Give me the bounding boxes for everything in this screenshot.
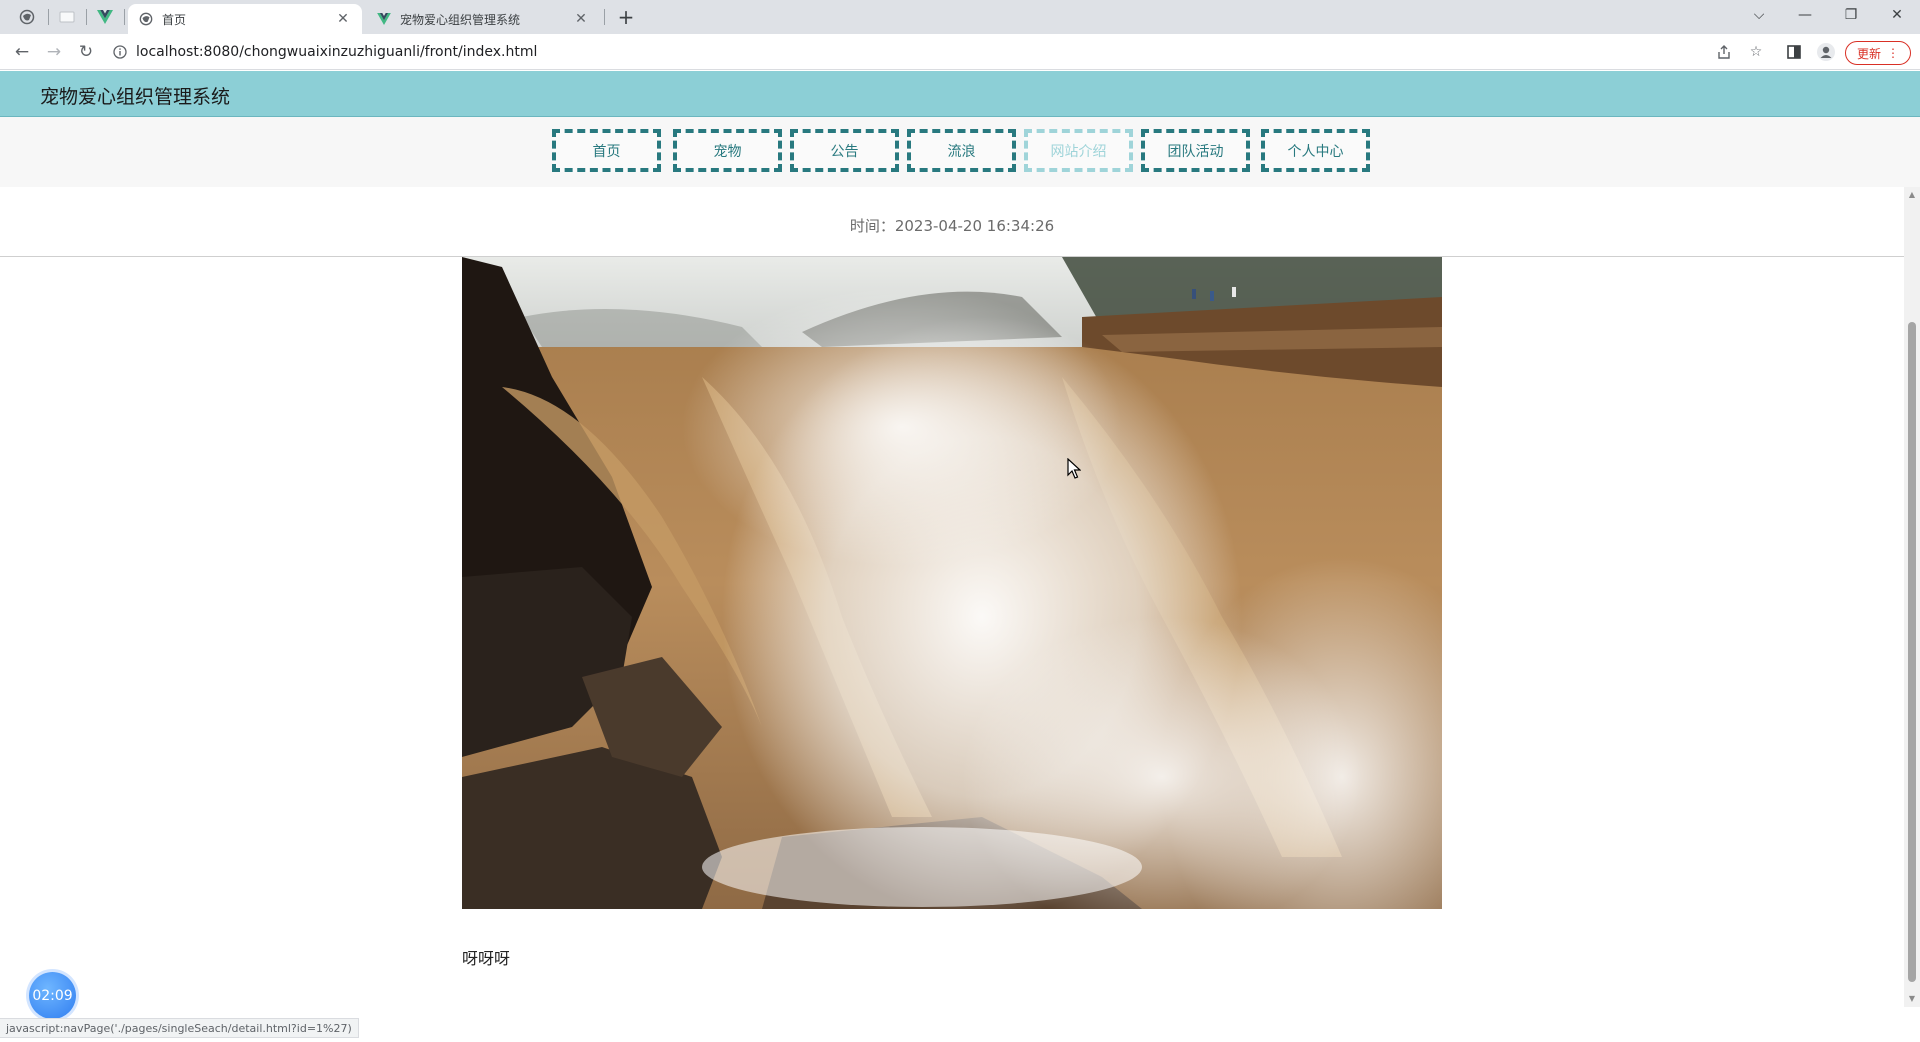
menu-item-notices[interactable]: 公告 [790,129,899,172]
pinned-tab-globe[interactable] [14,5,40,29]
time-label: 时间： [849,217,895,235]
waterfall-image [462,257,1442,909]
browser-toolbar: ← → ↻ localhost:8080/chongwuaixinzuzhigu… [0,34,1920,70]
pinned-tab-vue[interactable] [92,5,118,29]
page-scrollbar[interactable]: ▲ ▼ [1904,187,1920,1007]
forward-arrow-icon[interactable]: → [42,40,66,64]
browser-tab-strip: 首页 ✕ 宠物爱心组织管理系统 ✕ + ⌵ — ❐ ✕ [0,0,1920,34]
more-vert-icon: ⋮ [1887,46,1899,60]
article-image [462,257,1442,909]
profile-avatar-icon[interactable] [1815,41,1837,63]
side-panel-icon[interactable] [1783,41,1805,63]
menu-item-home[interactable]: 首页 [552,129,661,172]
vue-logo-icon [97,10,113,24]
pinned-tab-blank[interactable] [54,5,80,29]
bookmark-star-icon[interactable]: ☆ [1745,41,1767,63]
menu-item-team-activities[interactable]: 团队活动 [1141,129,1250,172]
minimize-icon[interactable]: — [1782,0,1828,30]
close-icon[interactable]: ✕ [572,10,590,28]
update-label: 更新 [1856,46,1881,61]
tab-search-chevron-icon[interactable]: ⌵ [1736,0,1782,30]
menu-item-pets[interactable]: 宠物 [673,129,782,172]
scroll-thumb[interactable] [1908,322,1916,982]
menu-item-site-intro[interactable]: 网站介绍 [1024,129,1133,172]
article-time: 时间：2023-04-20 16:34:26 [0,215,1904,236]
back-arrow-icon[interactable]: ← [10,40,34,64]
new-tab-button[interactable]: + [612,5,640,29]
blank-page-icon [59,11,75,23]
restore-icon[interactable]: ❐ [1828,0,1874,30]
address-bar[interactable]: localhost:8080/chongwuaixinzuzhiguanli/f… [110,38,1790,66]
globe-icon [138,11,154,27]
menu-item-strays[interactable]: 流浪 [907,129,1016,172]
globe-icon [19,9,35,25]
vue-logo-icon [376,11,392,27]
menu-item-personal-center[interactable]: 个人中心 [1261,129,1370,172]
close-window-icon[interactable]: ✕ [1874,0,1920,30]
article-header: 时间：2023-04-20 16:34:26 [0,187,1904,257]
site-info-icon[interactable] [110,42,130,62]
update-button[interactable]: 更新 ⋮ [1845,41,1911,65]
tab-title: 首页 [162,12,187,27]
tab-pet-system[interactable]: 宠物爱心组织管理系统 ✕ [366,4,600,34]
scroll-down-arrow-icon[interactable]: ▼ [1908,995,1916,1003]
mouse-cursor-icon [1067,458,1081,479]
recording-timer-badge[interactable]: 02:09 [29,972,76,1019]
close-icon[interactable]: ✕ [334,10,352,28]
url-text: localhost:8080/chongwuaixinzuzhiguanli/f… [136,44,538,60]
main-menu: 首页 宠物 公告 流浪 网站介绍 团队活动 个人中心 [0,117,1920,187]
tab-home[interactable]: 首页 ✕ [128,4,362,34]
reload-icon[interactable]: ↻ [74,40,98,64]
site-title: 宠物爱心组织管理系统 [40,86,231,108]
article-content: 呀呀呀 [462,949,511,968]
share-icon[interactable] [1713,41,1735,63]
link-status-bar: javascript:navPage('./pages/singleSeach/… [0,1018,359,1038]
time-value: 2023-04-20 16:34:26 [894,217,1055,235]
site-header: 宠物爱心组织管理系统 [0,71,1920,117]
scroll-up-arrow-icon[interactable]: ▲ [1908,191,1916,199]
tab-title: 宠物爱心组织管理系统 [400,12,521,27]
